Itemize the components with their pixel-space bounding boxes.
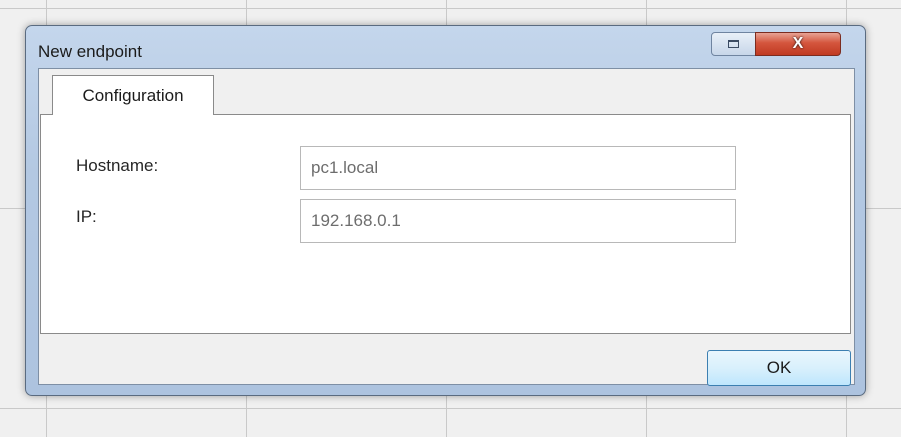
window-title: New endpoint: [38, 42, 142, 61]
ip-label: IP:: [76, 207, 97, 226]
new-endpoint-dialog: New endpoint X Configuration Hostname: p…: [25, 25, 866, 396]
close-icon: X: [792, 35, 804, 52]
configuration-panel: Hostname: pc1.local IP: 192.168.0.1: [40, 114, 851, 334]
maximize-button[interactable]: [711, 32, 756, 56]
hostname-input[interactable]: pc1.local: [300, 146, 736, 190]
ip-input[interactable]: 192.168.0.1: [300, 199, 736, 243]
tab-configuration[interactable]: Configuration: [52, 75, 214, 115]
ok-button[interactable]: OK: [707, 350, 851, 386]
hostname-label: Hostname:: [76, 156, 159, 175]
close-button[interactable]: X: [755, 32, 841, 56]
dialog-client-area: Configuration Hostname: pc1.local IP: 19…: [38, 68, 855, 386]
maximize-icon: [728, 40, 739, 48]
